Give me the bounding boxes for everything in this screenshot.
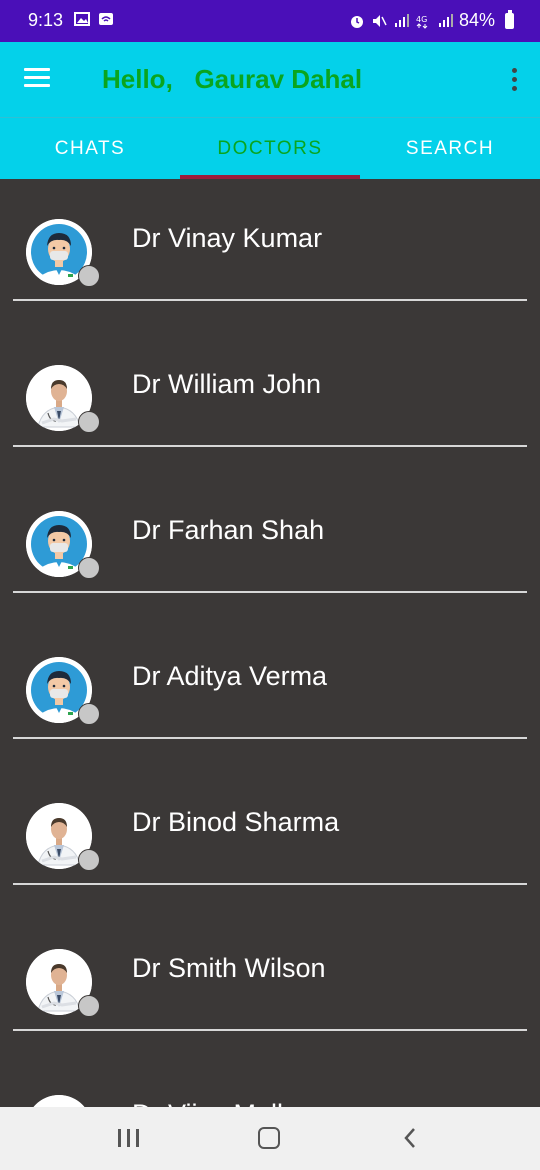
doctor-list-item[interactable]: Dr Vinay Kumar [0, 179, 540, 325]
doctor-list: Dr Vinay Kumar Dr William John Dr Farhan… [0, 179, 540, 1107]
offline-status-dot [78, 995, 100, 1017]
divider [13, 591, 527, 593]
status-time: 9:13 [28, 10, 64, 30]
doctor-avatar [26, 1095, 92, 1107]
tab-search[interactable]: SEARCH [360, 118, 540, 179]
tab-doctors[interactable]: DOCTORS [180, 118, 360, 179]
offline-status-dot [78, 557, 100, 579]
recent-apps-icon[interactable] [118, 1129, 140, 1147]
divider [13, 737, 527, 739]
avatar [26, 949, 100, 1017]
avatar [26, 803, 100, 871]
signal-icon [438, 13, 453, 27]
offline-status-dot [78, 265, 100, 287]
tab-bar: CHATS DOCTORS SEARCH [0, 117, 540, 179]
doctor-photo-icon [33, 1095, 85, 1107]
status-bar: 9:13 4G 84% [0, 0, 540, 42]
doctor-name: Dr Vijay Malla [132, 1099, 298, 1107]
system-nav-bar [0, 1107, 540, 1170]
battery-icon [505, 9, 514, 29]
divider [13, 299, 527, 301]
doctor-list-item[interactable]: Dr Vijay Malla [0, 1055, 540, 1107]
signal-icon [394, 13, 409, 27]
avatar [26, 219, 100, 287]
cast-icon [99, 13, 113, 25]
doctor-list-item[interactable]: Dr Smith Wilson [0, 909, 540, 1055]
battery-percent: 84% [458, 10, 495, 30]
home-icon[interactable] [258, 1127, 280, 1149]
doctor-name: Dr Binod Sharma [132, 807, 340, 837]
offline-status-dot [78, 849, 100, 871]
offline-status-dot [78, 703, 100, 725]
avatar [26, 365, 100, 433]
divider [13, 445, 527, 447]
gallery-icon [74, 12, 90, 26]
doctor-name: Dr Smith Wilson [132, 953, 326, 983]
alarm-icon [350, 15, 363, 28]
doctor-list-item[interactable]: Dr Aditya Verma [0, 617, 540, 763]
doctor-name: Dr Aditya Verma [132, 661, 328, 691]
tab-chats[interactable]: CHATS [0, 118, 180, 179]
doctor-list-item[interactable]: Dr Farhan Shah [0, 471, 540, 617]
offline-status-dot [78, 411, 100, 433]
divider [13, 1029, 527, 1031]
greeting-title: Hello, Gaurav Dahal [102, 64, 363, 94]
avatar [26, 657, 100, 725]
more-options-icon[interactable] [510, 68, 518, 92]
avatar [26, 1095, 92, 1107]
avatar [26, 511, 100, 579]
app-bar: Hello, Gaurav Dahal [0, 42, 540, 117]
doctor-name: Dr William John [132, 369, 322, 399]
menu-icon[interactable] [24, 68, 50, 88]
back-icon[interactable] [402, 1127, 418, 1149]
doctor-list-item[interactable]: Dr Binod Sharma [0, 763, 540, 909]
doctor-name: Dr Farhan Shah [132, 515, 325, 545]
mute-icon [372, 14, 387, 27]
divider [13, 883, 527, 885]
4g-icon: 4G [416, 15, 428, 29]
svg-text:4G: 4G [416, 15, 427, 24]
doctor-list-item[interactable]: Dr William John [0, 325, 540, 471]
doctor-name: Dr Vinay Kumar [132, 223, 323, 253]
